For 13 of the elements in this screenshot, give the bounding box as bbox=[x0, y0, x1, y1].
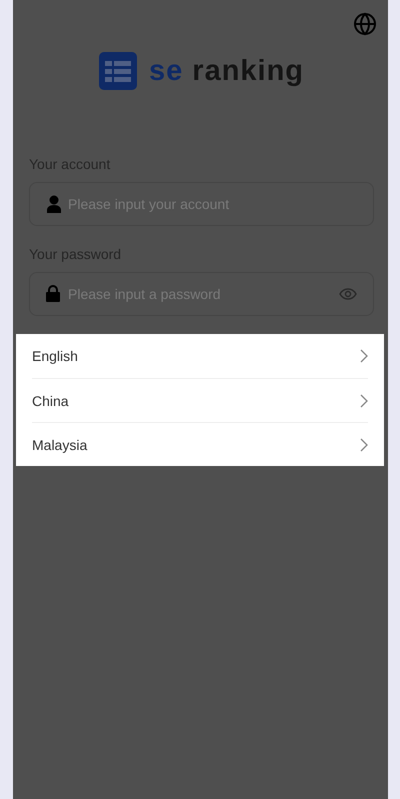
language-option[interactable]: Malaysia bbox=[32, 422, 368, 466]
logo-icon bbox=[98, 52, 137, 90]
logo-text: se ranking bbox=[148, 54, 304, 88]
lock-icon bbox=[46, 285, 60, 302]
person-icon bbox=[46, 195, 62, 213]
language-option[interactable]: English bbox=[32, 334, 368, 378]
chevron-right-icon bbox=[360, 438, 368, 452]
globe-button[interactable] bbox=[353, 12, 377, 36]
language-option[interactable]: China bbox=[32, 378, 368, 422]
globe-icon bbox=[353, 12, 377, 36]
chevron-right-icon bbox=[360, 349, 368, 363]
chevron-right-icon bbox=[360, 394, 368, 408]
eye-icon[interactable] bbox=[339, 288, 357, 300]
